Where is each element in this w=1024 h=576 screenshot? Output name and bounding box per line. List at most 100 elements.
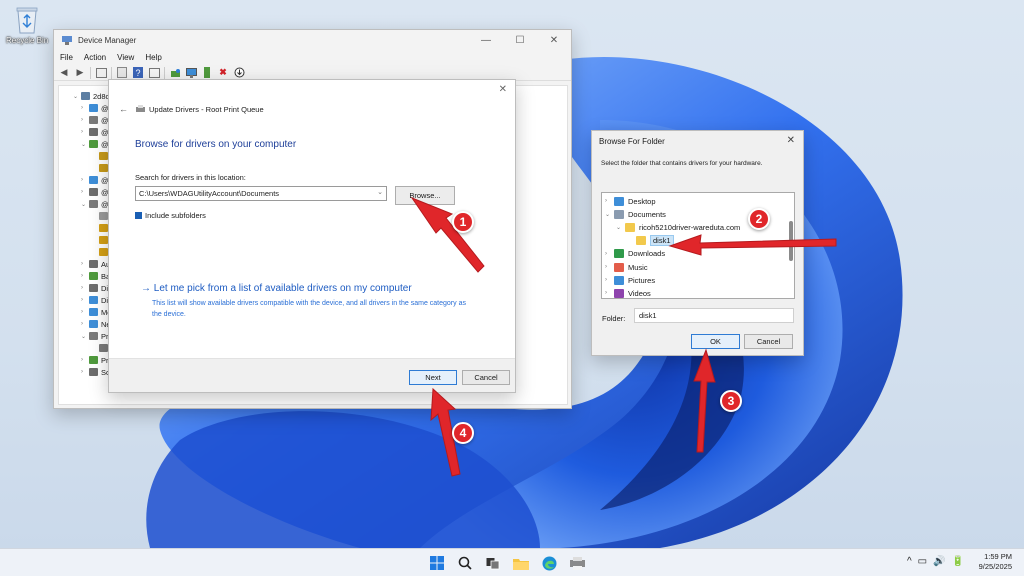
chevron-right-icon[interactable]: › xyxy=(81,129,89,135)
drive-icon xyxy=(89,284,98,292)
folder-tree-item[interactable]: disk1 xyxy=(627,235,674,247)
chevron-right-icon[interactable]: › xyxy=(81,321,89,327)
recycle-bin-shortcut[interactable]: Recycle Bin xyxy=(6,6,48,45)
enable-device-icon[interactable] xyxy=(201,67,213,78)
back-arrow-icon[interactable]: ← xyxy=(119,104,128,114)
chevron-right-icon[interactable]: › xyxy=(605,264,614,270)
folder-tree-item[interactable]: › Music xyxy=(605,261,648,273)
folder-tree-item[interactable]: › Desktop xyxy=(605,195,656,207)
driver-path-value: C:\Users\WDAGUtilityAccount\Documents xyxy=(139,189,280,198)
chevron-right-icon[interactable]: › xyxy=(81,177,89,183)
arrow-right-icon: → xyxy=(141,283,154,294)
include-subfolders-label: Include subfolders xyxy=(145,211,206,220)
view-icon[interactable] xyxy=(116,67,128,78)
close-icon[interactable]: ✕ xyxy=(499,84,507,95)
display-icon[interactable]: ▭ xyxy=(918,556,927,567)
include-subfolders-checkbox[interactable]: Include subfolders xyxy=(135,211,206,220)
chevron-down-icon[interactable]: ⌄ xyxy=(81,141,89,148)
update-driver-icon[interactable] xyxy=(185,67,197,78)
monitor-icon xyxy=(89,296,98,304)
chevron-right-icon[interactable]: › xyxy=(81,261,89,267)
device-manager-icon[interactable] xyxy=(566,552,588,574)
task-view-icon[interactable] xyxy=(482,552,504,574)
music-icon xyxy=(614,262,624,272)
toolbar-separator xyxy=(164,66,165,79)
chevron-right-icon[interactable]: › xyxy=(81,369,89,375)
driver-path-input[interactable]: C:\Users\WDAGUtilityAccount\Documents ⌄ xyxy=(135,186,387,201)
battery-icon xyxy=(89,272,98,280)
disable-device-icon[interactable] xyxy=(233,67,245,78)
chevron-right-icon[interactable]: › xyxy=(605,251,614,257)
folder-tree-item[interactable]: ⌄ Documents xyxy=(605,208,666,220)
scan-hardware-icon[interactable] xyxy=(169,67,181,78)
next-button[interactable]: Next xyxy=(409,370,457,385)
folder-tree-label: Downloads xyxy=(628,249,666,259)
volume-icon[interactable]: 🔊 xyxy=(933,556,945,567)
chevron-right-icon[interactable]: › xyxy=(81,357,89,363)
clock[interactable]: 1:59 PM 9/25/2025 xyxy=(979,552,1012,572)
printer-icon xyxy=(99,344,108,352)
cancel-button[interactable]: Cancel xyxy=(744,334,793,349)
chevron-right-icon[interactable]: › xyxy=(81,105,89,111)
back-icon[interactable]: ◀ xyxy=(58,67,70,78)
chevron-right-icon[interactable]: › xyxy=(81,309,89,315)
chevron-right-icon[interactable]: › xyxy=(81,273,89,279)
start-icon[interactable] xyxy=(426,552,448,574)
ok-button[interactable]: OK xyxy=(691,334,740,349)
step-marker-1: 1 xyxy=(452,211,474,233)
folder-input[interactable]: disk1 xyxy=(634,308,794,323)
menu-help[interactable]: Help xyxy=(145,53,161,62)
cancel-button[interactable]: Cancel xyxy=(462,370,510,385)
device-manager-titlebar[interactable]: Device Manager — ☐ ✕ xyxy=(54,30,571,50)
chevron-down-icon[interactable]: ⌄ xyxy=(377,188,383,196)
close-button[interactable]: ✕ xyxy=(537,30,571,50)
folder-tree-label: Videos xyxy=(628,288,651,298)
download-icon xyxy=(614,249,624,259)
menu-action[interactable]: Action xyxy=(84,53,106,62)
device-tree-item[interactable]: › Mo xyxy=(81,306,111,318)
uninstall-icon[interactable]: ✖ xyxy=(217,67,229,78)
chevron-right-icon[interactable]: › xyxy=(81,297,89,303)
pick-driver-link-text[interactable]: Let me pick from a list of available dri… xyxy=(154,283,412,294)
folder-tree-item[interactable]: ⌄ ricoh5210driver-wareduta.com xyxy=(616,221,740,233)
chevron-down-icon[interactable]: ⌄ xyxy=(73,93,81,100)
menu-view[interactable]: View xyxy=(117,53,134,62)
properties-icon[interactable] xyxy=(95,67,107,78)
toolbar-separator xyxy=(111,66,112,79)
chevron-right-icon[interactable]: › xyxy=(605,198,614,204)
maximize-button[interactable]: ☐ xyxy=(503,30,537,50)
help-icon[interactable]: ? xyxy=(132,67,144,78)
browse-button[interactable]: Browse... xyxy=(395,186,455,205)
chevron-right-icon[interactable]: › xyxy=(605,290,614,296)
checkbox-checked-icon[interactable] xyxy=(135,212,142,219)
scrollbar[interactable] xyxy=(789,221,793,261)
chevron-up-icon[interactable]: ^ xyxy=(907,556,912,567)
chevron-down-icon[interactable]: ⌄ xyxy=(605,211,614,218)
forward-icon[interactable]: ▶ xyxy=(74,67,86,78)
edge-icon[interactable] xyxy=(538,552,560,574)
list-icon[interactable] xyxy=(148,67,160,78)
chevron-right-icon[interactable]: › xyxy=(81,117,89,123)
chevron-right-icon[interactable]: › xyxy=(81,285,89,291)
pick-driver-link[interactable]: → Let me pick from a list of available d… xyxy=(141,283,412,294)
folder-tree[interactable]: › Desktop ⌄ Documents ⌄ ricoh5210driver-wared… xyxy=(601,192,795,299)
close-icon[interactable]: ✕ xyxy=(787,135,795,146)
update-drivers-dialog[interactable]: ✕ ← Update Drivers - Root Print Queue Br… xyxy=(108,79,516,393)
search-location-label: Search for drivers in this location: xyxy=(135,173,246,182)
chevron-down-icon[interactable]: ⌄ xyxy=(616,224,625,231)
battery-icon[interactable]: 🔋 xyxy=(952,556,964,567)
menu-file[interactable]: File xyxy=(60,53,73,62)
toolbar-separator xyxy=(90,66,91,79)
file-explorer-icon[interactable] xyxy=(510,552,532,574)
chevron-down-icon[interactable]: ⌄ xyxy=(81,333,89,340)
chevron-down-icon[interactable]: ⌄ xyxy=(81,201,89,208)
folder-tree-item[interactable]: › Downloads xyxy=(605,248,665,260)
minimize-button[interactable]: — xyxy=(469,30,503,50)
taskbar: ^ ▭ 🔊 🔋 1:59 PM 9/25/2025 xyxy=(0,548,1024,576)
folder-tree-item[interactable]: › Videos xyxy=(605,287,651,298)
browse-for-folder-dialog[interactable]: Browse For Folder ✕ Select the folder th… xyxy=(591,130,804,356)
chevron-right-icon[interactable]: › xyxy=(81,189,89,195)
folder-tree-item[interactable]: › Pictures xyxy=(605,274,655,286)
search-icon[interactable] xyxy=(454,552,476,574)
chevron-right-icon[interactable]: › xyxy=(605,277,614,283)
